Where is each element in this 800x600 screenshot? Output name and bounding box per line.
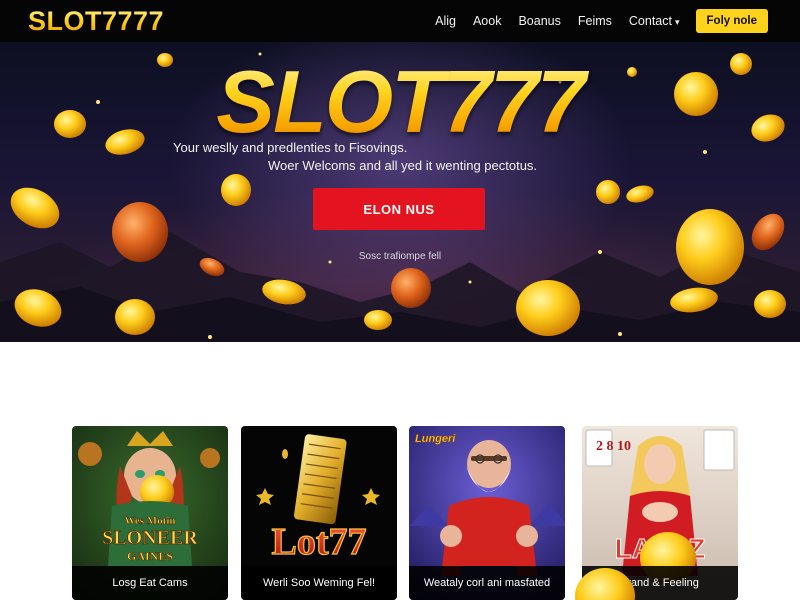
page: SLOT7777 Alig Aook Boanus Feims Contact ▾… (0, 0, 800, 600)
game-card-4-art-numbers: 2 8 10 (596, 439, 631, 454)
game-card-3[interactable]: Lungeri Weataly corl ani masfated (409, 426, 565, 600)
hero-caption: Sosc trafiompe fell (358, 251, 442, 262)
hero-subtitle-line-2: Woer Welcoms and all yed it wenting pect… (268, 158, 538, 173)
site-logo[interactable]: SLOT7777 (28, 6, 164, 37)
chevron-down-icon: ▾ (674, 17, 680, 27)
game-card-2-art-text-main: Lot77 (272, 521, 367, 563)
hero-cta-button[interactable]: ELON NUS (313, 188, 485, 230)
game-card-2[interactable]: Lot77 Werli Soo Weming Fel! (241, 426, 397, 600)
hero-title: SLOT777 (160, 52, 640, 152)
nav-link-contact[interactable]: Contact ▾ (629, 14, 680, 28)
game-card-3-art-text-top: Lungeri (415, 433, 456, 445)
nav-link-feims[interactable]: Feims (578, 14, 612, 28)
nav-link-bonus[interactable]: Boanus (518, 14, 560, 28)
game-card-1-art-text-bottom: GAINES (127, 549, 173, 563)
nav-link-aook[interactable]: Aook (473, 14, 502, 28)
nav-link-alig[interactable]: Alig (435, 14, 456, 28)
game-card-1-label: Losg Eat Cams (72, 566, 228, 600)
hero-subtitle-line-1: Your weslly and predlenties to Fisovings… (173, 140, 408, 155)
play-now-button[interactable]: Foly nole (695, 9, 768, 33)
game-card-2-label: Werli Soo Weming Fel! (241, 566, 397, 600)
floating-coin-decoration (575, 568, 635, 600)
hero-banner: SLOT777 Your weslly and predlenties to F… (0, 42, 800, 342)
game-card-3-label: Weataly corl ani masfated (409, 566, 565, 600)
game-card-1[interactable]: Wes Motin SLONEER GAINES Losg Eat Cams (72, 426, 228, 600)
nav-link-contact-label: Contact (628, 14, 672, 28)
nav-links: Alig Aook Boanus Feims Contact ▾ Foly nol… (418, 9, 768, 33)
game-card-1-art-text-top: Wes Motin (124, 515, 175, 527)
top-nav: SLOT7777 Alig Aook Boanus Feims Contact ▾… (0, 0, 800, 42)
game-card-1-art-text-main: SLONEER (102, 527, 198, 549)
